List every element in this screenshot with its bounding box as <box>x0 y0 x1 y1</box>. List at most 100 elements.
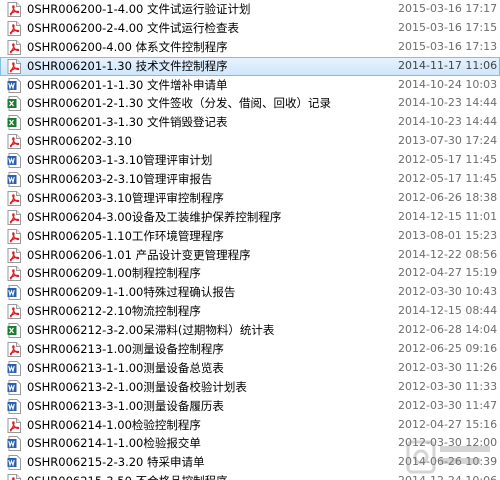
file-name: 0SHR006203-2-3.10管理评审报告 <box>27 172 213 187</box>
file-name: 0SHR006204-3.00设备及工装维护保养控制程序 <box>27 209 282 224</box>
file-date-modified: 2012-06-26 18:38 <box>398 190 498 204</box>
file-name: 0SHR006209-1.00制程控制程序 <box>27 266 201 281</box>
file-name: 0SHR006215-2-3.20 特采申请单 <box>27 455 205 470</box>
file-name: 0SHR006213-2-1.00测量设备校验计划表 <box>27 379 247 394</box>
pdf-icon <box>7 304 21 320</box>
file-name: 0SHR006205-1.10工作环境管理程序 <box>27 228 224 243</box>
pdf-icon <box>7 228 21 244</box>
file-name: 0SHR006201-3-1.30 文件销毁登记表 <box>27 115 228 130</box>
pdf-icon <box>7 2 21 17</box>
file-date-modified: 2012-05-17 11:45 <box>398 153 498 167</box>
file-row[interactable]: 0SHR006214-1.00检验控制程序 2012-04-27 15:16 <box>0 416 500 435</box>
file-name: 0SHR006213-1-1.00测量设备总览表 <box>27 360 224 375</box>
pdf-icon <box>7 209 21 225</box>
pdf-icon <box>7 58 21 74</box>
file-row[interactable]: 0SHR006213-3-1.00测量设备履历表 2012-03-30 11:47 <box>0 397 500 416</box>
file-row[interactable]: 0SHR006203-2-3.10管理评审报告 2012-05-17 11:45 <box>0 170 500 189</box>
file-date-modified: 2015-03-16 17:13 <box>398 39 498 53</box>
excel-icon <box>7 96 21 112</box>
file-row[interactable]: 0SHR006206-1.01 产品设计变更管理程序 2014-12-22 08:… <box>0 246 500 265</box>
file-row[interactable]: 0SHR006212-2.10物流控制程序 2014-12-15 08:44 <box>0 302 500 321</box>
file-row[interactable]: 0SHR006203-1-3.10管理评审计划 2012-05-17 11:45 <box>0 151 500 170</box>
file-date-modified: 2015-03-16 17:17 <box>398 2 498 15</box>
file-row[interactable]: 0SHR006215-3.50 不合格品控制程序 2014-12-24 10:06 <box>0 472 500 480</box>
file-date-modified: 2014-12-15 08:44 <box>398 304 498 318</box>
file-row[interactable]: 0SHR006201-1-1.30 文件增补申请单 2014-10-24 10:0… <box>0 76 500 95</box>
file-date-modified: 2012-05-17 11:45 <box>398 172 498 186</box>
file-date-modified: 2014-10-23 14:44 <box>398 115 498 129</box>
file-name: 0SHR006209-1-1.00特殊过程确认报告 <box>27 285 236 300</box>
file-date-modified: 2012-04-27 15:16 <box>398 417 498 431</box>
file-date-modified: 2012-06-28 14:04 <box>398 323 498 337</box>
file-name: 0SHR006200-2-4.00 文件试运行检查表 <box>27 20 240 35</box>
file-row[interactable]: 0SHR006201-1.30 技术文件控制程序 2014-11-17 11:06 <box>0 56 500 76</box>
file-name: 0SHR006201-1.30 技术文件控制程序 <box>27 58 228 73</box>
file-row[interactable]: 0SHR006213-2-1.00测量设备校验计划表 2012-03-30 11:… <box>0 378 500 397</box>
word-icon <box>7 172 21 188</box>
file-date-modified: 2012-03-30 11:33 <box>398 379 498 393</box>
file-row[interactable]: 0SHR006205-1.10工作环境管理程序 2013-08-01 15:23 <box>0 227 500 246</box>
pdf-icon <box>7 39 21 55</box>
file-date-modified: 2012-06-25 09:16 <box>398 342 498 356</box>
file-row[interactable]: 0SHR006204-3.00设备及工装维护保养控制程序 2014-12-15 1… <box>0 208 500 227</box>
file-date-modified: 2014-11-17 11:06 <box>398 58 498 72</box>
word-icon <box>7 379 21 395</box>
file-row[interactable]: 0SHR006202-3.10 2013-07-30 17:24 <box>0 132 500 151</box>
file-row[interactable]: 0SHR006214-1-1.00检验报交单 2012-03-30 12:00 <box>0 434 500 453</box>
excel-icon <box>7 115 21 131</box>
file-date-modified: 2014-12-24 10:06 <box>398 472 500 480</box>
file-name: 0SHR006203-1-3.10管理评审计划 <box>27 153 213 168</box>
file-row[interactable]: 0SHR006212-3-2.00呆滞料(过期物料）统计表 2012-06-28 … <box>0 321 500 340</box>
pdf-icon <box>7 342 21 358</box>
word-icon <box>7 360 21 376</box>
file-name: 0SHR006203-3.10管理评审控制程序 <box>27 190 224 205</box>
file-date-modified: 2015-03-16 17:15 <box>398 20 498 34</box>
file-name: 0SHR006201-1-1.30 文件增补申请单 <box>27 77 228 92</box>
file-name: 0SHR006214-1-1.00检验报交单 <box>27 436 201 451</box>
pdf-icon <box>7 190 21 206</box>
file-row[interactable]: 0SHR006213-1.00测量设备控制程序 2012-06-25 09:16 <box>0 340 500 359</box>
file-name: 0SHR006206-1.01 产品设计变更管理程序 <box>27 247 251 262</box>
word-icon <box>7 455 21 471</box>
file-row[interactable]: 0SHR006215-2-3.20 特采申请单 2014-06-26 10:39 <box>0 453 500 472</box>
file-name: 0SHR006212-2.10物流控制程序 <box>27 304 201 319</box>
word-icon <box>7 285 21 301</box>
file-row[interactable]: 0SHR006213-1-1.00测量设备总览表 2012-03-30 11:26 <box>0 359 500 378</box>
file-date-modified: 2012-03-30 10:43 <box>398 285 498 299</box>
pdf-icon <box>7 474 21 480</box>
pdf-icon <box>7 247 21 263</box>
file-row[interactable]: 0SHR006201-3-1.30 文件销毁登记表 2014-10-23 14:4… <box>0 113 500 132</box>
file-date-modified: 2012-03-30 12:00 <box>398 436 498 450</box>
file-date-modified: 2013-08-01 15:23 <box>398 228 498 242</box>
file-date-modified: 2014-12-15 11:01 <box>398 209 498 223</box>
file-row[interactable]: 0SHR006200-4.00 体系文件控制程序 2015-03-16 17:13 <box>0 38 500 57</box>
file-name: 0SHR006202-3.10 <box>27 134 132 149</box>
pdf-icon <box>7 417 21 433</box>
file-date-modified: 2014-06-26 10:39 <box>398 455 498 469</box>
word-icon <box>7 398 21 414</box>
file-date-modified: 2012-04-27 15:19 <box>398 266 498 280</box>
file-list: 0SHR006200-1-4.00 文件试运行验证计划 2015-03-16 17… <box>0 0 500 480</box>
file-name: 0SHR006213-3-1.00测量设备履历表 <box>27 398 224 413</box>
file-name: 0SHR006212-3-2.00呆滞料(过期物料）统计表 <box>27 323 275 338</box>
file-name: 0SHR006200-4.00 体系文件控制程序 <box>27 39 228 54</box>
file-row[interactable]: 0SHR006200-1-4.00 文件试运行验证计划 2015-03-16 17… <box>0 0 500 19</box>
file-row[interactable]: 0SHR006209-1-1.00特殊过程确认报告 2012-03-30 10:4… <box>0 283 500 302</box>
file-row[interactable]: 0SHR006201-2-1.30 文件签收（分发、借阅、回收）记录 2014-1… <box>0 94 500 113</box>
file-row[interactable]: 0SHR006203-3.10管理评审控制程序 2012-06-26 18:38 <box>0 189 500 208</box>
pdf-icon <box>7 20 21 36</box>
file-date-modified: 2012-03-30 11:47 <box>398 398 498 412</box>
file-name: 0SHR006201-2-1.30 文件签收（分发、借阅、回收）记录 <box>27 96 332 111</box>
file-row[interactable]: 0SHR006200-2-4.00 文件试运行检查表 2015-03-16 17:… <box>0 19 500 38</box>
file-date-modified: 2012-03-30 11:26 <box>398 360 498 374</box>
file-name: 0SHR006215-3.50 不合格品控制程序 <box>27 472 387 480</box>
word-icon <box>7 77 21 93</box>
file-date-modified: 2013-07-30 17:24 <box>398 134 498 148</box>
word-icon <box>7 436 21 452</box>
file-date-modified: 2014-10-23 14:44 <box>398 96 498 110</box>
file-date-modified: 2014-10-24 10:03 <box>398 77 498 91</box>
file-name: 0SHR006213-1.00测量设备控制程序 <box>27 342 224 357</box>
file-row[interactable]: 0SHR006209-1.00制程控制程序 2012-04-27 15:19 <box>0 264 500 283</box>
word-icon <box>7 153 21 169</box>
file-name: 0SHR006200-1-4.00 文件试运行验证计划 <box>27 2 251 16</box>
